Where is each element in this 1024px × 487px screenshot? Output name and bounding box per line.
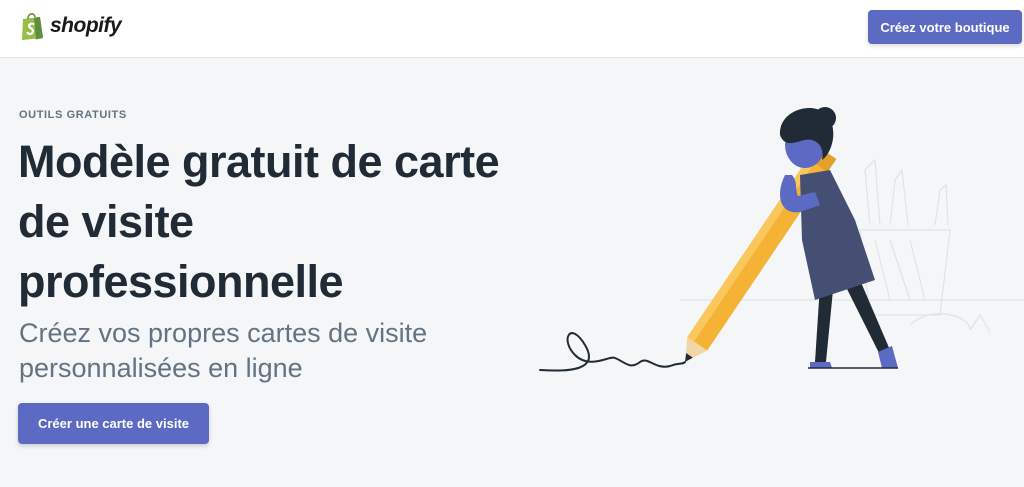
eyebrow-label: OUTILS GRATUITS bbox=[19, 109, 127, 121]
title-line: de visite bbox=[18, 196, 194, 247]
pencil-illustration bbox=[539, 107, 1024, 372]
title-line: Modèle gratuit de carte bbox=[18, 136, 500, 187]
subtitle-line: personnalisées en ligne bbox=[19, 353, 303, 383]
shopify-bag-icon bbox=[22, 13, 43, 40]
top-navigation: shopify Créez votre boutique bbox=[0, 0, 1024, 58]
subtitle-line: Créez vos propres cartes de visite bbox=[19, 318, 428, 348]
title-line: professionnelle bbox=[18, 256, 344, 307]
logo-wordmark: shopify bbox=[50, 14, 122, 37]
create-store-button[interactable]: Créez votre boutique bbox=[868, 10, 1022, 44]
shopify-logo[interactable]: shopify bbox=[20, 10, 122, 42]
signature-scribble bbox=[539, 332, 686, 372]
person bbox=[779, 107, 898, 368]
page-title: Modèle gratuit de carte de visite profes… bbox=[18, 132, 538, 312]
page-subtitle: Créez vos propres cartes de visite perso… bbox=[19, 316, 519, 386]
create-business-card-button[interactable]: Créer une carte de visite bbox=[18, 403, 209, 444]
